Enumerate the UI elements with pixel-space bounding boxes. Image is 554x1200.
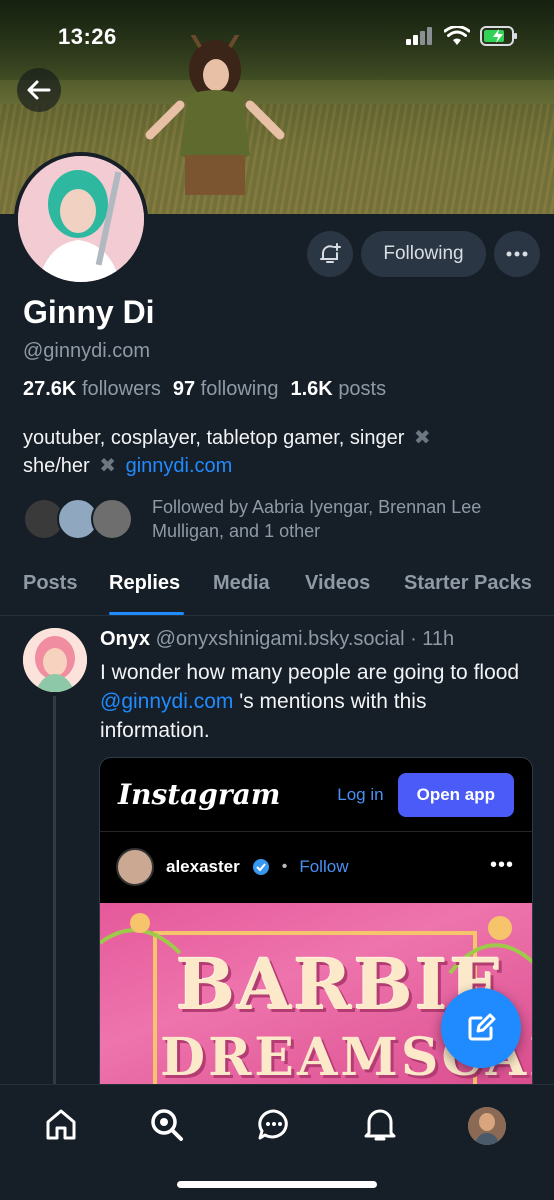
post-author-avatar[interactable] [23,628,87,692]
profile-avatar[interactable] [14,152,148,286]
status-time: 13:26 [58,24,117,49]
posts-stat: 1.6K posts [290,378,387,400]
x-separator: ✖ [413,427,431,449]
ig-dot: • [281,858,288,875]
profile-handle: @ginnydi.com [23,340,151,362]
notify-button[interactable] [307,231,353,277]
followed-by-text: Followed by Aabria Iyengar, Brennan Lee … [152,497,482,541]
status-bar: 13:26 [0,0,554,70]
battery-icon [480,26,517,46]
active-tab-indicator [109,612,184,615]
followed-by[interactable]: Followed by Aabria Iyengar, Brennan Lee … [23,495,532,543]
following-stat[interactable]: 97 following [173,378,279,401]
tab-replies[interactable]: Replies [109,572,180,595]
profile-tabs: Posts Replies Media Videos Starter Packs [0,562,554,616]
verified-badge-icon [252,859,269,875]
arrow-left-icon [27,80,51,100]
post-author-handle[interactable]: @onyxshinigami.bsky.social [156,628,405,650]
nav-notifications[interactable] [360,1105,400,1145]
followers-stat[interactable]: 27.6K followers [23,378,161,401]
back-button[interactable] [17,68,61,112]
ig-login-link[interactable]: Log in [337,785,383,805]
tab-posts[interactable]: Posts [23,572,77,595]
instagram-logo: Instagram [118,778,281,811]
bell-icon [364,1109,396,1141]
chat-icon [258,1109,288,1140]
signal-icon [406,27,432,45]
tab-starter-packs[interactable]: Starter Packs [404,572,532,595]
tab-media[interactable]: Media [213,572,270,595]
nav-profile-avatar[interactable] [468,1107,506,1145]
thread-line [53,696,56,1086]
following-button[interactable]: Following [361,231,486,277]
wifi-icon [444,26,470,45]
ellipsis-icon [506,251,528,257]
bell-plus-icon [320,243,341,263]
home-icon [46,1109,76,1140]
tab-videos[interactable]: Videos [305,572,370,595]
ig-username: alexaster [166,857,240,876]
ig-follow-link[interactable]: Follow [299,857,348,877]
bio-link[interactable]: ginnydi.com [126,455,233,477]
nav-chat[interactable] [254,1105,294,1145]
mutual-avatars [23,496,135,542]
profile-bio: youtuber, cosplayer, tabletop gamer, sin… [23,427,431,477]
nav-search[interactable] [147,1105,187,1145]
post-author-name[interactable]: Onyx [100,628,150,650]
ig-user-avatar [116,848,154,886]
mutual-avatar [91,498,133,540]
post-time: · 11h [410,628,455,650]
compose-button[interactable] [441,988,521,1068]
profile-stats: 27.6K followers 97 following 1.6K posts [23,378,386,401]
post-text: I wonder how many people are going to fl… [100,661,520,742]
display-name: Ginny Di [23,294,155,330]
x-separator: ✖ [99,455,117,477]
nav-home[interactable] [41,1105,81,1145]
post-header: Onyx @onyxshinigami.bsky.social · 11h [100,628,454,651]
compose-icon [468,1013,496,1041]
ig-more-icon[interactable]: ••• [490,854,514,877]
search-icon [151,1109,183,1141]
home-indicator [177,1181,377,1188]
post-mention[interactable]: @ginnydi.com [100,690,233,713]
more-options-button[interactable] [494,231,540,277]
ig-open-app-button[interactable]: Open app [397,772,514,817]
